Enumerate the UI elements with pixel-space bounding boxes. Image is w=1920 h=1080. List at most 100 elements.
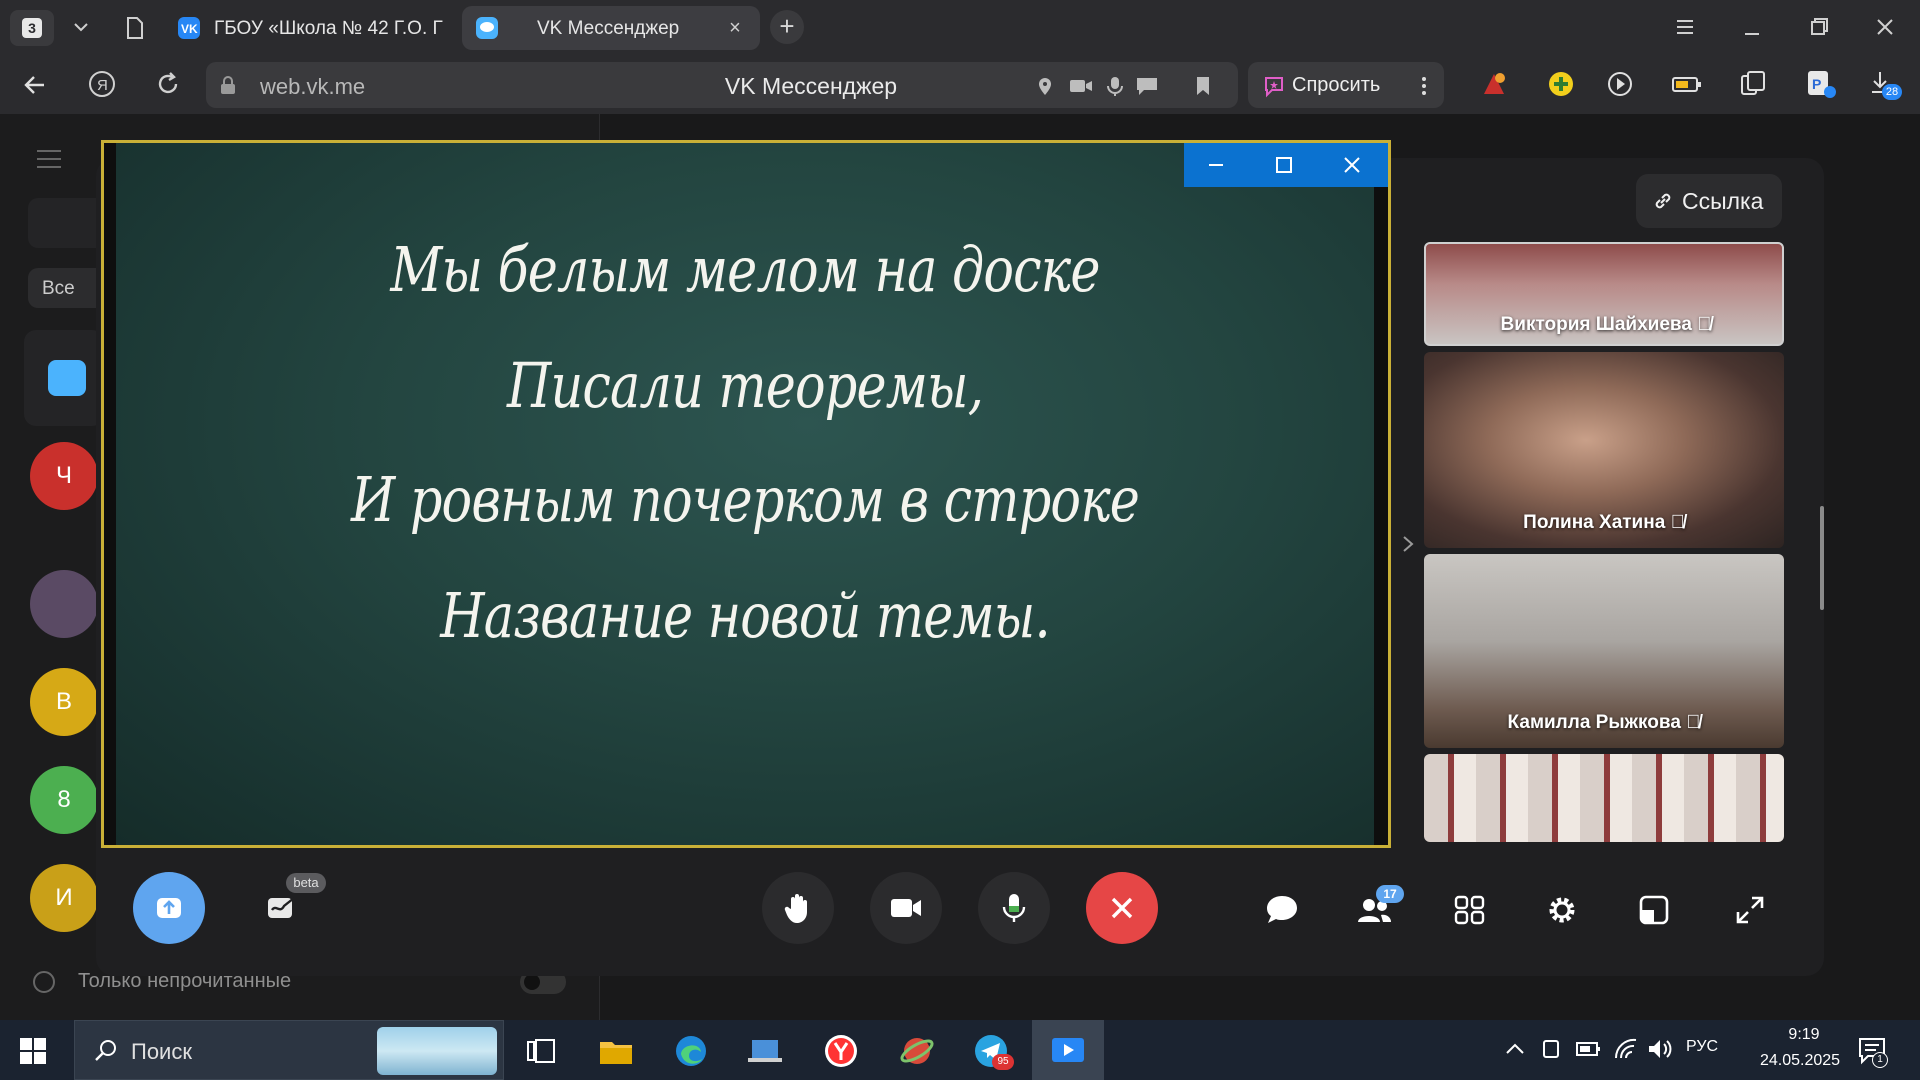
task-view-icon[interactable] bbox=[522, 1032, 560, 1070]
participants-scrollbar[interactable] bbox=[1820, 506, 1824, 610]
avatar[interactable]: Ч bbox=[30, 442, 98, 510]
taskbar-active-app[interactable] bbox=[1032, 1020, 1104, 1080]
profile-extension-icon[interactable]: P bbox=[1804, 68, 1838, 100]
hamburger-icon[interactable] bbox=[36, 148, 62, 170]
extension-icon[interactable] bbox=[1478, 68, 1512, 100]
tab-vk-messenger[interactable]: VK Мессенджер × bbox=[462, 6, 760, 50]
participant-name: Виктория Шайхиева 🎙̸ bbox=[1500, 314, 1712, 335]
chevron-up-icon[interactable] bbox=[1502, 1034, 1528, 1064]
wifi-icon[interactable] bbox=[1612, 1034, 1640, 1064]
address-bar[interactable]: web.vk.me VK Мессенджер bbox=[206, 62, 1238, 108]
mic-muted-icon: 🎙̸ bbox=[1670, 512, 1685, 533]
notifications-count: 1 bbox=[1872, 1052, 1888, 1068]
svg-text:VK: VK bbox=[181, 22, 198, 36]
chat-item-active[interactable] bbox=[24, 330, 104, 426]
camera-icon bbox=[891, 899, 921, 917]
settings-gear-icon[interactable] bbox=[1542, 890, 1582, 930]
battery-saver-icon[interactable] bbox=[1670, 68, 1704, 100]
picture-in-picture-icon[interactable] bbox=[1634, 890, 1674, 930]
clock-date[interactable]: 24.05.2025 bbox=[1740, 1052, 1860, 1070]
call-link-button[interactable]: Ссылка bbox=[1636, 174, 1782, 228]
beta-badge: beta bbox=[286, 873, 326, 893]
windows-taskbar: Поиск 95 РУС 9:19 24.05.2025 1 bbox=[0, 1020, 1920, 1080]
participant-tile[interactable] bbox=[1424, 754, 1784, 842]
telegram-icon[interactable]: 95 bbox=[972, 1032, 1014, 1070]
microphone-button[interactable] bbox=[978, 872, 1050, 944]
lock-icon[interactable] bbox=[218, 74, 238, 96]
ask-label: Спросить bbox=[1292, 74, 1381, 96]
restore-icon[interactable] bbox=[1804, 14, 1834, 40]
chevron-down-icon[interactable] bbox=[70, 16, 92, 38]
camera-permission-icon[interactable] bbox=[1068, 75, 1094, 97]
slide-line: И ровным почерком в строке bbox=[350, 463, 1140, 536]
windows-start-icon[interactable] bbox=[20, 1038, 46, 1064]
menu-icon[interactable] bbox=[1672, 14, 1698, 40]
microphone-permission-icon[interactable] bbox=[1104, 75, 1126, 97]
taskbar-search[interactable]: Поиск bbox=[74, 1020, 504, 1080]
tab-count: 3 bbox=[22, 18, 42, 38]
language-indicator[interactable]: РУС bbox=[1686, 1038, 1718, 1056]
fullscreen-icon[interactable] bbox=[1730, 890, 1770, 930]
video-play-icon[interactable] bbox=[1604, 68, 1638, 100]
mic-muted-icon: 🎙̸ bbox=[1697, 314, 1712, 335]
close-icon bbox=[1111, 897, 1133, 919]
maximize-icon[interactable] bbox=[1270, 153, 1298, 177]
notifications-icon[interactable]: 1 bbox=[1856, 1034, 1890, 1068]
close-icon[interactable] bbox=[1338, 153, 1366, 177]
battery-icon[interactable] bbox=[1574, 1034, 1602, 1064]
minimize-icon[interactable] bbox=[1737, 14, 1767, 40]
shared-window-titlebar bbox=[1184, 143, 1388, 187]
search-label: Поиск bbox=[131, 1039, 192, 1064]
orbitum-icon[interactable] bbox=[898, 1032, 936, 1070]
more-vertical-icon[interactable] bbox=[1416, 74, 1432, 98]
new-tab-button[interactable]: + bbox=[770, 10, 804, 44]
end-call-button[interactable] bbox=[1086, 872, 1158, 944]
yandex-browser-icon[interactable] bbox=[822, 1032, 860, 1070]
raise-hand-button[interactable] bbox=[762, 872, 834, 944]
downloads-badge: 28 bbox=[1882, 84, 1902, 100]
tab-school[interactable]: VK ГБОУ «Школа № 42 Г.О. Г bbox=[162, 6, 454, 50]
close-tab-icon[interactable]: × bbox=[724, 17, 746, 39]
browser-tab-strip: 3 VK ГБОУ «Школа № 42 Г.О. Г VK Мессендж… bbox=[0, 0, 1920, 54]
avatar[interactable]: 8 bbox=[30, 766, 98, 834]
edge-icon[interactable] bbox=[672, 1032, 710, 1070]
close-icon[interactable] bbox=[1870, 14, 1900, 40]
avatar[interactable]: В bbox=[30, 668, 98, 736]
draw-icon bbox=[268, 897, 295, 918]
downloads-icon[interactable]: 28 bbox=[1868, 68, 1902, 100]
reload-icon[interactable] bbox=[152, 68, 184, 100]
participants-count-badge: 17 bbox=[1376, 885, 1404, 903]
avatar[interactable] bbox=[30, 570, 98, 638]
grid-view-icon[interactable] bbox=[1450, 890, 1490, 930]
device-icon[interactable] bbox=[1538, 1034, 1564, 1064]
avatar-letter: 8 bbox=[57, 786, 71, 813]
url-text[interactable]: web.vk.me bbox=[260, 74, 365, 100]
screen-share-button[interactable] bbox=[133, 872, 205, 944]
ask-alice-button[interactable]: Спросить bbox=[1248, 62, 1444, 108]
avatar[interactable]: И bbox=[30, 864, 98, 932]
bookmark-icon[interactable] bbox=[1192, 75, 1214, 97]
clock-time[interactable]: 9:19 bbox=[1764, 1026, 1844, 1044]
yandex-icon[interactable]: Я bbox=[86, 68, 118, 100]
page-icon[interactable] bbox=[124, 16, 146, 40]
link-label: Ссылка bbox=[1682, 188, 1764, 214]
participant-tile[interactable]: Виктория Шайхиева 🎙̸ bbox=[1424, 242, 1784, 346]
participant-tile[interactable]: Полина Хатина 🎙̸ bbox=[1424, 352, 1784, 548]
chat-icon[interactable] bbox=[1262, 890, 1302, 930]
camera-button[interactable] bbox=[870, 872, 942, 944]
plus-extension-icon[interactable] bbox=[1544, 68, 1578, 100]
collections-icon[interactable] bbox=[1736, 68, 1770, 100]
microphone-icon bbox=[1002, 894, 1026, 922]
back-arrow-icon[interactable] bbox=[20, 70, 50, 100]
chat-icon[interactable] bbox=[1134, 75, 1160, 97]
file-explorer-icon[interactable] bbox=[597, 1032, 635, 1070]
minimize-icon[interactable] bbox=[1202, 153, 1230, 177]
location-icon[interactable] bbox=[1034, 75, 1056, 97]
remote-desktop-icon[interactable] bbox=[746, 1032, 784, 1070]
screen-share-window[interactable]: Мы белым мелом на доске Писали теоремы, … bbox=[101, 140, 1391, 848]
volume-icon[interactable] bbox=[1646, 1034, 1674, 1064]
tab-title: VK Мессенджер bbox=[537, 18, 680, 39]
chevron-right-icon[interactable] bbox=[1398, 532, 1418, 556]
tab-count-button[interactable]: 3 bbox=[10, 10, 54, 46]
participant-tile[interactable]: Камилла Рыжкова 🎙̸ bbox=[1424, 554, 1784, 748]
